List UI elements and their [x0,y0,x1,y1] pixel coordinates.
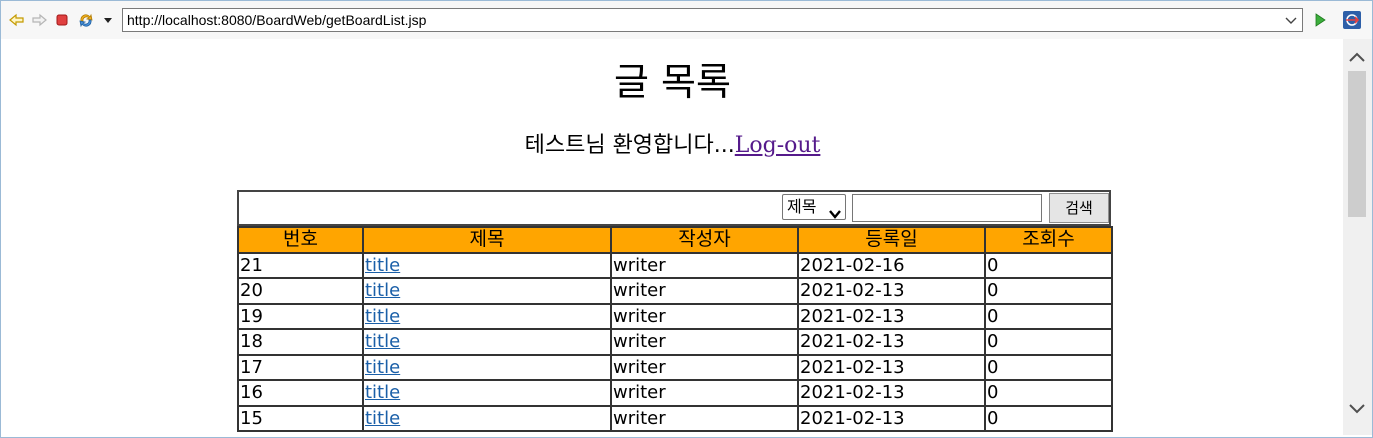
search-keyword-input[interactable] [852,194,1042,222]
table-row: 16 title writer 2021-02-13 0 [237,379,1113,407]
table-row: 15 title writer 2021-02-13 0 [237,404,1113,432]
search-condition-select[interactable]: 제목 [782,194,846,220]
cell-title: title [362,277,612,305]
cell-writer: writer [610,251,799,279]
cell-seq: 19 [237,302,364,330]
cell-cnt: 0 [984,277,1113,305]
title-link[interactable]: title [365,382,400,403]
title-link[interactable]: title [365,331,400,352]
cell-regdate: 2021-02-13 [797,404,986,432]
logout-link[interactable]: Log-out [735,133,821,158]
table-header-row: 번호 제목 작성자 등록일 조회수 [237,226,1113,254]
cell-writer: writer [610,328,799,356]
title-link[interactable]: title [365,280,400,301]
column-header-cnt: 조회수 [984,226,1113,254]
cell-cnt: 0 [984,251,1113,279]
url-bar[interactable]: http://localhost:8080/BoardWeb/getBoardL… [122,8,1303,32]
cell-writer: writer [610,277,799,305]
table-row: 17 title writer 2021-02-13 0 [237,353,1113,381]
cell-regdate: 2021-02-13 [797,328,986,356]
cell-seq: 17 [237,353,364,381]
cell-cnt: 0 [984,353,1113,381]
cell-title: title [362,251,612,279]
cell-seq: 20 [237,277,364,305]
column-header-regdate: 등록일 [797,226,986,254]
table-row: 20 title writer 2021-02-13 0 [237,277,1113,305]
title-link[interactable]: title [365,306,400,327]
go-icon[interactable] [1312,12,1328,28]
column-header-writer: 작성자 [610,226,799,254]
search-form: 제목 검색 [237,190,1111,226]
cell-seq: 21 [237,251,364,279]
search-button[interactable]: 검색 [1049,193,1109,223]
cell-cnt: 0 [984,328,1113,356]
cell-title: title [362,302,612,330]
back-icon[interactable] [9,12,25,28]
cell-title: title [362,353,612,381]
page-title: 글 목록 [614,60,731,104]
column-header-title: 제목 [362,226,612,254]
cell-regdate: 2021-02-13 [797,302,986,330]
menu-dropdown-icon[interactable] [100,12,116,28]
chevron-down-icon [828,202,842,226]
scroll-up-icon[interactable] [1348,49,1366,65]
table-row: 19 title writer 2021-02-13 0 [237,302,1113,330]
external-browser-icon[interactable] [1342,10,1362,30]
title-link[interactable]: title [365,357,400,378]
cell-cnt: 0 [984,302,1113,330]
cell-writer: writer [610,302,799,330]
page-content: 글 목록 테스트님 환영합니다...Log-out 제목 검색 번호 제목 작성… [2,39,1343,435]
scroll-thumb[interactable] [1348,71,1366,217]
cell-regdate: 2021-02-13 [797,379,986,407]
scroll-down-icon[interactable] [1348,401,1366,417]
cell-seq: 15 [237,404,364,432]
browser-window: http://localhost:8080/BoardWeb/getBoardL… [0,0,1373,438]
cell-writer: writer [610,353,799,381]
welcome-message: 테스트님 환영합니다...Log-out [2,131,1343,161]
cell-cnt: 0 [984,404,1113,432]
cell-writer: writer [610,379,799,407]
url-dropdown-icon[interactable] [1284,12,1298,28]
title-link[interactable]: title [365,255,400,276]
search-condition-value: 제목 [787,197,817,216]
cell-writer: writer [610,404,799,432]
cell-cnt: 0 [984,379,1113,407]
table-row: 21 title writer 2021-02-16 0 [237,251,1113,279]
board-list-table: 번호 제목 작성자 등록일 조회수 21 title writer 2021-0… [237,226,1113,432]
cell-title: title [362,404,612,432]
cell-seq: 18 [237,328,364,356]
refresh-icon[interactable] [78,12,94,28]
cell-seq: 16 [237,379,364,407]
browser-toolbar: http://localhost:8080/BoardWeb/getBoardL… [1,1,1372,39]
table-row: 18 title writer 2021-02-13 0 [237,328,1113,356]
welcome-text: 테스트님 환영합니다... [524,133,735,158]
cell-regdate: 2021-02-13 [797,277,986,305]
forward-icon[interactable] [31,12,47,28]
cell-regdate: 2021-02-13 [797,353,986,381]
cell-regdate: 2021-02-16 [797,251,986,279]
cell-title: title [362,328,612,356]
cell-title: title [362,379,612,407]
stop-icon[interactable] [54,12,70,28]
column-header-seq: 번호 [237,226,364,254]
title-link[interactable]: title [365,408,400,429]
vertical-scrollbar[interactable] [1343,39,1372,435]
url-text[interactable]: http://localhost:8080/BoardWeb/getBoardL… [127,12,426,28]
